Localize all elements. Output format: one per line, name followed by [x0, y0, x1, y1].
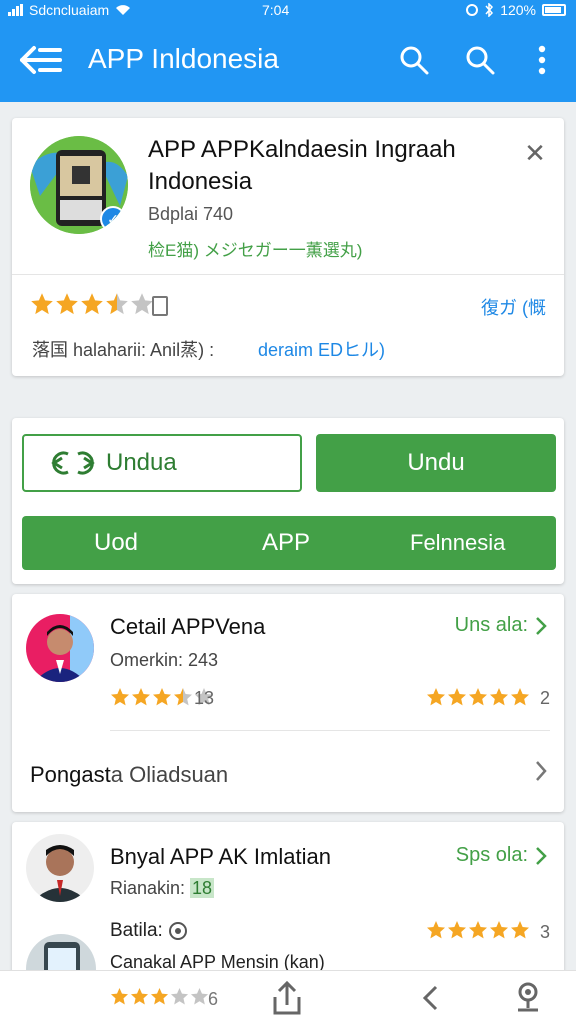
- refresh-icon: [51, 451, 95, 475]
- star-icon: [469, 921, 487, 939]
- download-button[interactable]: Undu: [316, 434, 556, 492]
- page-title: APP Inldonesia: [88, 43, 279, 74]
- star-icon: [131, 293, 153, 315]
- review-more-link[interactable]: Sps ola:: [456, 844, 548, 867]
- bottom-star-count: 6: [208, 989, 219, 1009]
- clock: 7:04: [262, 2, 290, 18]
- star-icon: [511, 921, 529, 939]
- info-icon: [168, 922, 187, 940]
- meta-text: 落国 halaharii: Anil蒸) :: [32, 340, 215, 360]
- star-icon: [448, 688, 466, 706]
- star-icon: [150, 987, 169, 1005]
- review-star-count: 13: [194, 688, 215, 708]
- download-label: Undu: [407, 449, 465, 476]
- device-icon: [152, 296, 168, 316]
- actions-card: Undua Undu Uod APP Felnnesia: [12, 418, 564, 584]
- review-stars-right: [426, 687, 530, 707]
- app-name: APP APPKalndaesin Ingraah Indonesia: [148, 136, 456, 195]
- star-icon: [132, 688, 150, 706]
- wifi-icon: [116, 5, 131, 15]
- star-icon: [56, 293, 78, 315]
- star-icon: [427, 921, 445, 939]
- reviewer-count-value: 18: [190, 878, 215, 898]
- detail-label-row: Batila:: [110, 920, 187, 942]
- back-menu-icon[interactable]: [16, 40, 64, 80]
- more-vert-icon[interactable]: [524, 40, 560, 80]
- star-icon: [31, 293, 53, 315]
- bluetooth-icon: [485, 3, 494, 17]
- close-icon[interactable]: ✕: [520, 138, 550, 168]
- star-icon: [511, 688, 529, 706]
- install-label-left: Uod: [94, 529, 139, 556]
- battery-icon: [542, 4, 566, 16]
- star-icon: [427, 688, 445, 706]
- review-more-label: Sps ola:: [455, 844, 528, 866]
- star-icon: [190, 987, 209, 1005]
- review-star-count-right: 2: [539, 688, 550, 708]
- signal-icon: [8, 4, 23, 16]
- reviewer-name: Cetail APPVena: [110, 614, 266, 639]
- review-more-label: Uns ala:: [454, 614, 528, 636]
- star-icon: [130, 987, 149, 1005]
- chevron-right-icon: [536, 846, 547, 865]
- star-icon: [174, 688, 192, 706]
- star-icon: [110, 987, 129, 1005]
- star-icon: [111, 688, 129, 706]
- star-icon: [106, 293, 128, 315]
- reviewer-name: Bnyal APP AK Imlatian: [110, 844, 331, 869]
- app-icon: ✓: [30, 136, 128, 234]
- chevron-left-icon[interactable]: [420, 983, 440, 1013]
- review-more-link[interactable]: Uns ala:: [455, 614, 548, 637]
- alarm-icon: [466, 4, 479, 16]
- share-icon[interactable]: [272, 981, 302, 1015]
- star-icon: [469, 688, 487, 706]
- install-label-center: APP: [262, 529, 311, 556]
- rating-link[interactable]: 復ガ (慨: [481, 294, 546, 320]
- status-bar: Sdcncluaiam 7:04 120%: [0, 0, 576, 22]
- review-star-count-right: 3: [539, 922, 550, 942]
- avatar[interactable]: [26, 834, 94, 902]
- divider: [110, 730, 550, 731]
- chevron-right-icon[interactable]: [534, 760, 548, 782]
- download-outline-label: Undua: [106, 449, 177, 476]
- star-icon: [448, 921, 466, 939]
- review-stars-right: [426, 920, 530, 940]
- divider: [12, 274, 564, 275]
- star-icon: [170, 987, 189, 1005]
- developer-name: Bdplai 740: [148, 204, 234, 224]
- star-icon: [490, 688, 508, 706]
- reviewer-count: Omerkin: 243: [110, 650, 219, 670]
- star-icon: [153, 688, 171, 706]
- avatar[interactable]: [26, 614, 94, 682]
- reviewer-count: Rianakin: 18: [110, 878, 215, 899]
- search-icon[interactable]: [460, 40, 500, 80]
- rating-stars: [30, 292, 154, 316]
- footer-row-label-dark: Pongast: [30, 762, 111, 787]
- footer-row-label[interactable]: Pongasta Oliadsuan: [30, 762, 228, 788]
- search-icon[interactable]: [394, 40, 434, 80]
- battery-percent: 120%: [500, 2, 536, 18]
- verified-badge-icon: ✓: [100, 206, 126, 232]
- location-pin-icon[interactable]: [514, 981, 542, 1013]
- carrier-name: Sdcncluaiam: [29, 2, 110, 18]
- download-outline-button[interactable]: Undua: [22, 434, 302, 492]
- install-app-button[interactable]: Uod APP Felnnesia: [22, 516, 556, 570]
- app-info-card: ✓ APP APPKalndaesin Ingraah Indonesia ✕ …: [12, 118, 564, 376]
- app-bar: APP Inldonesia: [0, 22, 576, 102]
- star-icon: [81, 293, 103, 315]
- detail-label: Batila:: [110, 920, 163, 941]
- reviewer-count-label: Rianakin:: [110, 878, 191, 898]
- star-icon: [490, 921, 508, 939]
- review-card: Cetail APPVena Omerkin: 243 Uns ala: 13 …: [12, 594, 564, 812]
- install-label-right: Felnnesia: [410, 530, 506, 555]
- app-tagline: 检E猫) メジセガー一薫選丸): [148, 241, 363, 260]
- chevron-right-icon: [536, 616, 547, 635]
- footer-row-label-rest: a Oliadsuan: [110, 762, 229, 787]
- bottom-nav: 6: [0, 970, 576, 1024]
- bottom-stars: [110, 987, 209, 1006]
- meta-link[interactable]: deraim EDヒル): [258, 336, 385, 362]
